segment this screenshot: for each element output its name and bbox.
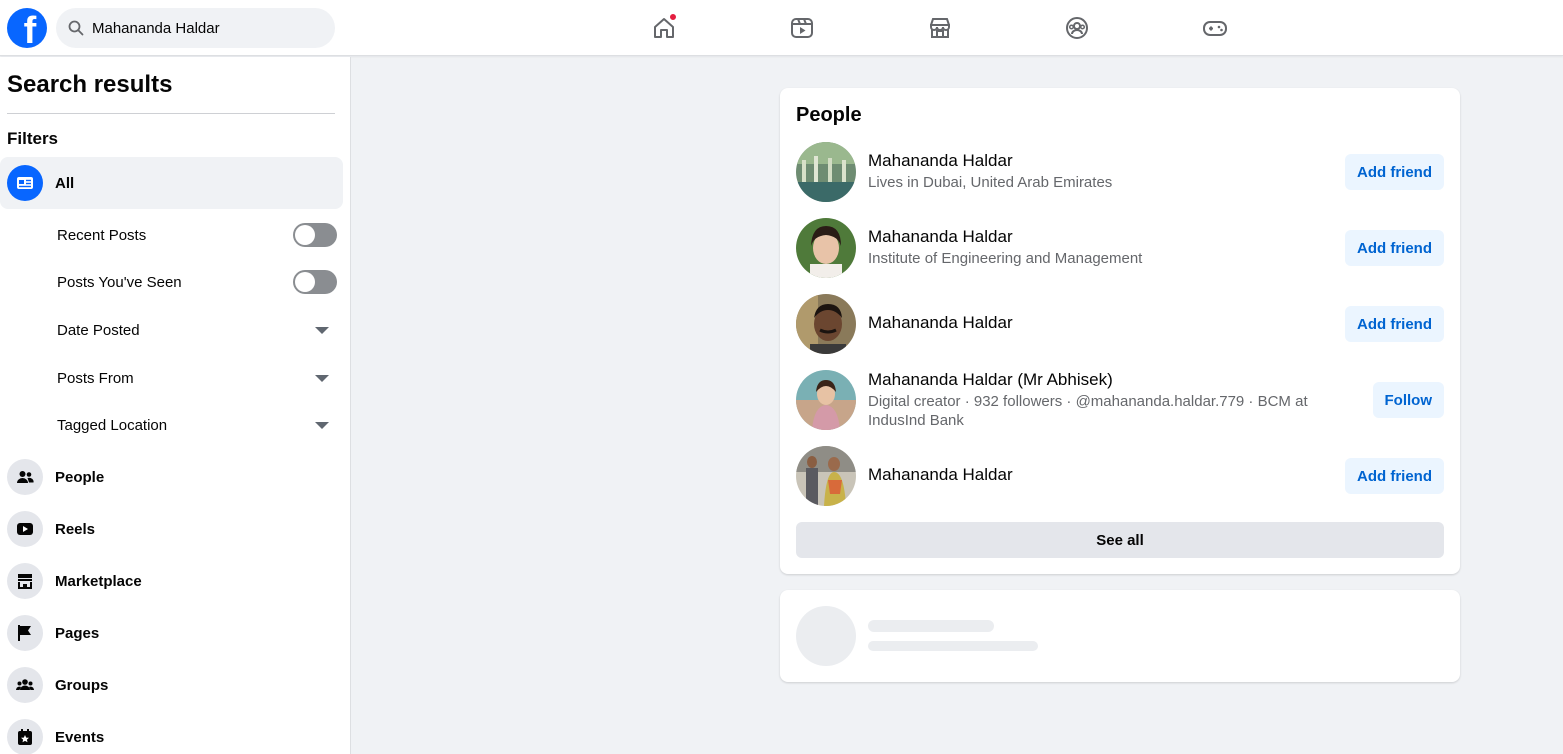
reels-icon [17,523,33,535]
list-item[interactable]: Mahananda Haldar (Mr Abhisek) Digital cr… [796,370,1444,430]
add-friend-button[interactable]: Add friend [1345,154,1444,190]
notification-dot [669,13,677,21]
filter-tagged-location[interactable]: Tagged Location [57,407,337,443]
filters-heading: Filters [7,129,59,148]
divider [7,113,335,114]
filter-date-posted[interactable]: Date Posted [57,312,337,348]
see-all-button[interactable]: See all [796,522,1444,558]
sidebar-item-groups[interactable]: Groups [0,659,343,711]
gaming-icon [1203,21,1227,36]
person-name[interactable]: Mahananda Haldar (Mr Abhisek) [868,370,1113,390]
filter-posts-seen[interactable]: Posts You've Seen [57,264,337,300]
marketplace-icon [18,574,32,589]
avatar[interactable] [796,218,856,278]
list-item[interactable]: Mahananda Haldar Add friend [796,446,1444,506]
avatar[interactable] [796,370,856,430]
search-sidebar: Search results Filters All Recent Posts … [0,57,351,754]
avatar[interactable] [796,446,856,506]
nav-gaming[interactable] [1195,8,1235,48]
people-results-card: People Mahananda Haldar Lives in Dubai, … [780,88,1460,574]
sidebar-item-label: Groups [55,676,109,694]
posts-seen-toggle[interactable] [293,270,337,294]
chevron-down-icon[interactable] [315,421,329,429]
groups-icon [1066,17,1088,39]
person-name[interactable]: Mahananda Haldar [868,227,1013,247]
skeleton-line [868,620,994,632]
search-box[interactable] [56,8,335,48]
skeleton-avatar [796,606,856,666]
person-subtitle: Digital creator · 932 followers · @mahan… [868,393,1308,429]
add-friend-button[interactable]: Add friend [1345,230,1444,266]
chevron-down-icon[interactable] [315,374,329,382]
filter-label: Posts You've Seen [57,273,182,291]
filter-posts-from[interactable]: Posts From [57,360,337,396]
list-item[interactable]: Mahananda Haldar Institute of Engineerin… [796,218,1444,278]
sidebar-item-label: Pages [55,624,100,642]
sidebar-item-label: Reels [55,520,96,538]
filter-label: Tagged Location [57,416,168,434]
person-subtitle: Institute of Engineering and Management [868,250,1143,267]
skeleton-line [868,641,1038,651]
sidebar-item-label: Marketplace [55,572,142,590]
flag-icon [18,625,31,641]
sidebar-item-pages[interactable]: Pages [0,607,343,659]
facebook-logo-icon[interactable]: f [7,8,47,48]
loading-placeholder-card [780,590,1460,682]
nav-marketplace[interactable] [920,8,960,48]
sidebar-item-reels[interactable]: Reels [0,503,343,555]
filter-label: Recent Posts [57,226,147,244]
sidebar-item-marketplace[interactable]: Marketplace [0,555,343,607]
filter-label: Date Posted [57,321,140,339]
sidebar-item-people[interactable]: People [0,451,343,503]
marketplace-icon [930,18,950,38]
follow-button[interactable]: Follow [1372,382,1444,418]
page-title: Search results [7,71,173,98]
calendar-icon [18,729,32,745]
person-name[interactable]: Mahananda Haldar [868,151,1013,171]
list-item[interactable]: Mahananda Haldar Lives in Dubai, United … [796,142,1444,202]
avatar[interactable] [796,294,856,354]
avatar[interactable] [796,142,856,202]
nav-groups[interactable] [1057,8,1097,48]
top-navigation-bar: f [0,0,1563,56]
add-friend-button[interactable]: Add friend [1345,306,1444,342]
sidebar-item-label: People [55,468,105,486]
filter-all-label: All [55,174,75,192]
sidebar-item-label: Events [55,728,105,746]
person-name[interactable]: Mahananda Haldar [868,313,1013,333]
sidebar-item-events[interactable]: Events [0,711,343,754]
list-item[interactable]: Mahananda Haldar Add friend [796,294,1444,354]
feed-icon [7,165,43,201]
recent-posts-toggle[interactable] [293,223,337,247]
people-section-title: People [796,104,862,126]
nav-video[interactable] [782,8,822,48]
video-icon [791,18,813,38]
filter-recent-posts[interactable]: Recent Posts [57,217,337,253]
chevron-down-icon[interactable] [315,326,329,334]
filter-all[interactable]: All [0,157,343,209]
nav-home[interactable] [644,8,684,48]
search-input[interactable] [92,19,312,37]
person-subtitle: Lives in Dubai, United Arab Emirates [868,174,1113,191]
search-icon [68,20,84,36]
people-icon [17,471,34,483]
add-friend-button[interactable]: Add friend [1345,458,1444,494]
person-name[interactable]: Mahananda Haldar [868,465,1013,485]
groups-icon [16,679,34,690]
filter-label: Posts From [57,369,134,387]
